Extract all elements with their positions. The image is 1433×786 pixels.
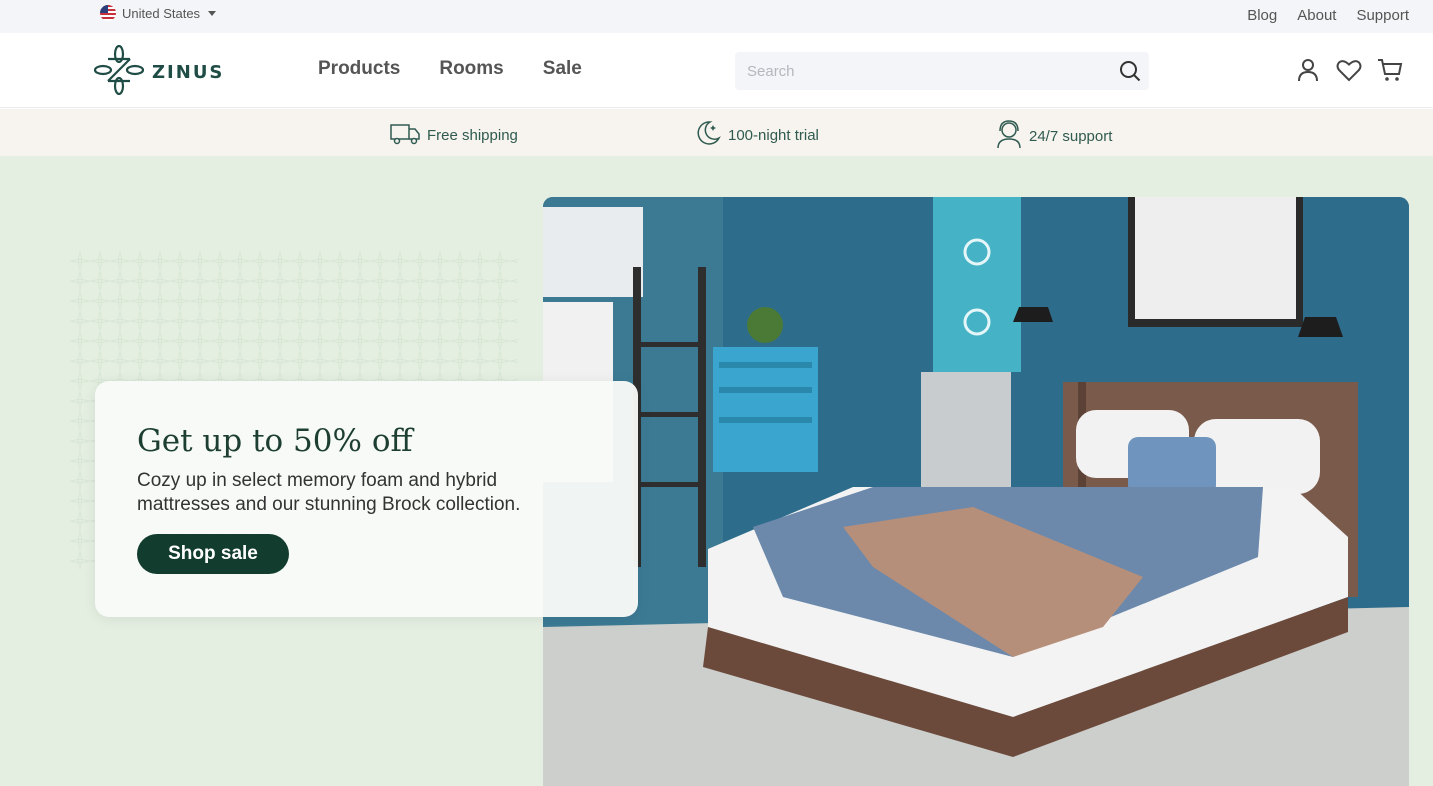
link-about[interactable]: About xyxy=(1297,7,1336,24)
benefit-label: 100-night trial xyxy=(728,126,819,144)
moon-stars-icon xyxy=(694,119,722,151)
search-icon[interactable] xyxy=(1119,60,1141,82)
locale-label: United States xyxy=(122,5,201,21)
search-input[interactable] xyxy=(735,62,1105,80)
benefit-trial: 100-night trial xyxy=(694,119,819,151)
promo-card: Get up to 50% off Cozy up in select memo… xyxy=(95,381,638,617)
hero-section: Get up to 50% off Cozy up in select memo… xyxy=(0,156,1433,786)
utility-links: Blog About Support xyxy=(1247,7,1409,24)
wishlist-heart-icon[interactable] xyxy=(1336,57,1362,83)
main-nav: Products Rooms Sale xyxy=(318,58,582,80)
us-flag-icon xyxy=(100,5,116,21)
zinus-logo[interactable]: ZINUS xyxy=(93,44,225,100)
logo-text: ZINUS xyxy=(152,62,225,83)
benefit-label: Free shipping xyxy=(427,126,518,144)
benefit-label: 24/7 support xyxy=(1029,127,1113,145)
benefit-free-shipping: Free shipping xyxy=(389,119,518,151)
zinus-leaf-logo-icon xyxy=(93,44,145,100)
shop-sale-button[interactable]: Shop sale xyxy=(137,534,289,574)
locale-selector[interactable]: United States xyxy=(100,5,217,21)
account-icon[interactable] xyxy=(1295,57,1321,83)
header-actions xyxy=(1295,57,1403,83)
support-agent-icon xyxy=(995,119,1023,153)
search-box xyxy=(735,52,1149,90)
benefit-support: 24/7 support xyxy=(995,119,1112,153)
site-header: ZINUS Products Rooms Sale xyxy=(0,33,1433,108)
nav-rooms[interactable]: Rooms xyxy=(439,58,503,80)
delivery-truck-icon xyxy=(389,119,421,151)
bedroom-hero-image xyxy=(543,197,1409,786)
utility-bar: United States Blog About Support xyxy=(0,0,1433,33)
benefits-bar: Free shipping 100-night trial 24/7 suppo… xyxy=(0,109,1433,156)
link-support[interactable]: Support xyxy=(1356,7,1409,24)
cart-icon[interactable] xyxy=(1377,57,1403,83)
promo-description: Cozy up in select memory foam and hybrid… xyxy=(137,470,521,515)
link-blog[interactable]: Blog xyxy=(1247,7,1277,24)
nav-products[interactable]: Products xyxy=(318,58,400,80)
nav-sale[interactable]: Sale xyxy=(543,58,582,80)
promo-title: Get up to 50% off xyxy=(137,423,413,459)
chevron-down-icon xyxy=(208,10,217,16)
